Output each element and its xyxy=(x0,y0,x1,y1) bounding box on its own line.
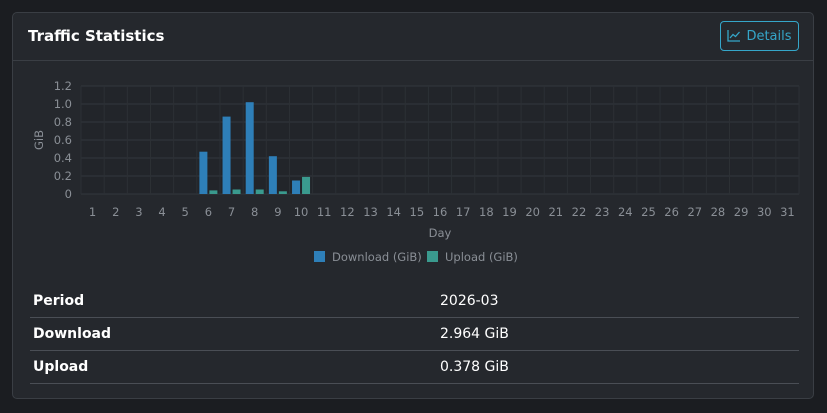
x-axis-label: Day xyxy=(429,226,452,240)
x-tick-label: 26 xyxy=(664,205,679,219)
y-axis-label: GiB xyxy=(32,130,46,150)
legend-swatch-upload xyxy=(427,251,438,262)
x-tick-label: 14 xyxy=(386,205,401,219)
x-tick-label: 31 xyxy=(780,205,795,219)
y-tick-label: 0.4 xyxy=(54,151,72,165)
y-tick-label: 1.2 xyxy=(54,79,72,93)
x-tick-label: 4 xyxy=(158,205,165,219)
x-tick-label: 15 xyxy=(410,205,425,219)
download-bar xyxy=(222,116,231,194)
stats-label: Upload xyxy=(30,350,437,384)
download-bar xyxy=(292,180,301,194)
x-tick-label: 5 xyxy=(182,205,189,219)
x-tick-label: 12 xyxy=(340,205,355,219)
traffic-bar-chart: 00.20.40.60.81.01.2GiB1 2 3 4 5 6 7 8 9 10 11 12 13 1… xyxy=(32,79,800,264)
download-bar xyxy=(245,102,254,194)
x-tick-label: 7 xyxy=(228,205,235,219)
stats-row-upload: Upload 0.378 GiB xyxy=(30,350,799,384)
legend-label-download: Download (GiB) xyxy=(332,250,422,264)
x-tick-label: 27 xyxy=(687,205,702,219)
stats-row-period: Period 2026-03 xyxy=(30,285,799,318)
x-tick-label: 18 xyxy=(479,205,494,219)
stats-row-download: Download 2.964 GiB xyxy=(30,317,799,351)
legend-label-upload: Upload (GiB) xyxy=(445,250,518,264)
x-tick-label: 2 xyxy=(112,205,119,219)
legend-swatch-download xyxy=(314,251,325,262)
upload-bar xyxy=(278,191,287,194)
stats-value: 0.378 GiB xyxy=(437,350,799,384)
x-tick-label: 24 xyxy=(618,205,633,219)
x-tick-label: 10 xyxy=(294,205,309,219)
x-tick-label: 23 xyxy=(595,205,610,219)
x-tick-label: 29 xyxy=(734,205,749,219)
upload-bar xyxy=(209,190,218,194)
x-tick-label: 22 xyxy=(572,205,587,219)
x-tick-label: 16 xyxy=(433,205,448,219)
stats-value: 2.964 GiB xyxy=(437,317,799,351)
x-tick-label: 11 xyxy=(317,205,332,219)
y-tick-label: 0 xyxy=(65,187,72,201)
x-tick-label: 28 xyxy=(711,205,726,219)
stats-table: Period 2026-03 Download 2.964 GiB Upload 0.37… xyxy=(30,285,799,384)
x-tick-label: 25 xyxy=(641,205,656,219)
x-tick-label: 6 xyxy=(205,205,212,219)
y-tick-label: 1.0 xyxy=(54,97,72,111)
x-tick-label: 13 xyxy=(363,205,378,219)
x-tick-label: 9 xyxy=(274,205,281,219)
y-tick-label: 0.8 xyxy=(54,115,72,129)
x-tick-label: 17 xyxy=(456,205,471,219)
download-bar xyxy=(199,151,208,194)
y-tick-label: 0.2 xyxy=(54,169,72,183)
x-tick-label: 21 xyxy=(548,205,563,219)
x-tick-label: 8 xyxy=(251,205,258,219)
stats-label: Download xyxy=(30,317,437,351)
x-tick-label: 19 xyxy=(502,205,517,219)
upload-bar xyxy=(302,176,311,194)
traffic-statistics-card: Traffic Statistics Details 0 0.2 0.4 0.6 0.8… xyxy=(12,12,814,399)
upload-bar xyxy=(255,189,264,194)
y-tick-label: 0.6 xyxy=(54,133,72,147)
upload-bar xyxy=(232,189,241,194)
stats-label: Period xyxy=(30,285,437,318)
x-tick-label: 30 xyxy=(757,205,772,219)
download-bar xyxy=(268,156,277,194)
x-tick-label: 3 xyxy=(135,205,142,219)
x-tick-label: 1 xyxy=(89,205,96,219)
x-tick-label: 20 xyxy=(525,205,540,219)
stats-value: 2026-03 xyxy=(437,285,799,318)
